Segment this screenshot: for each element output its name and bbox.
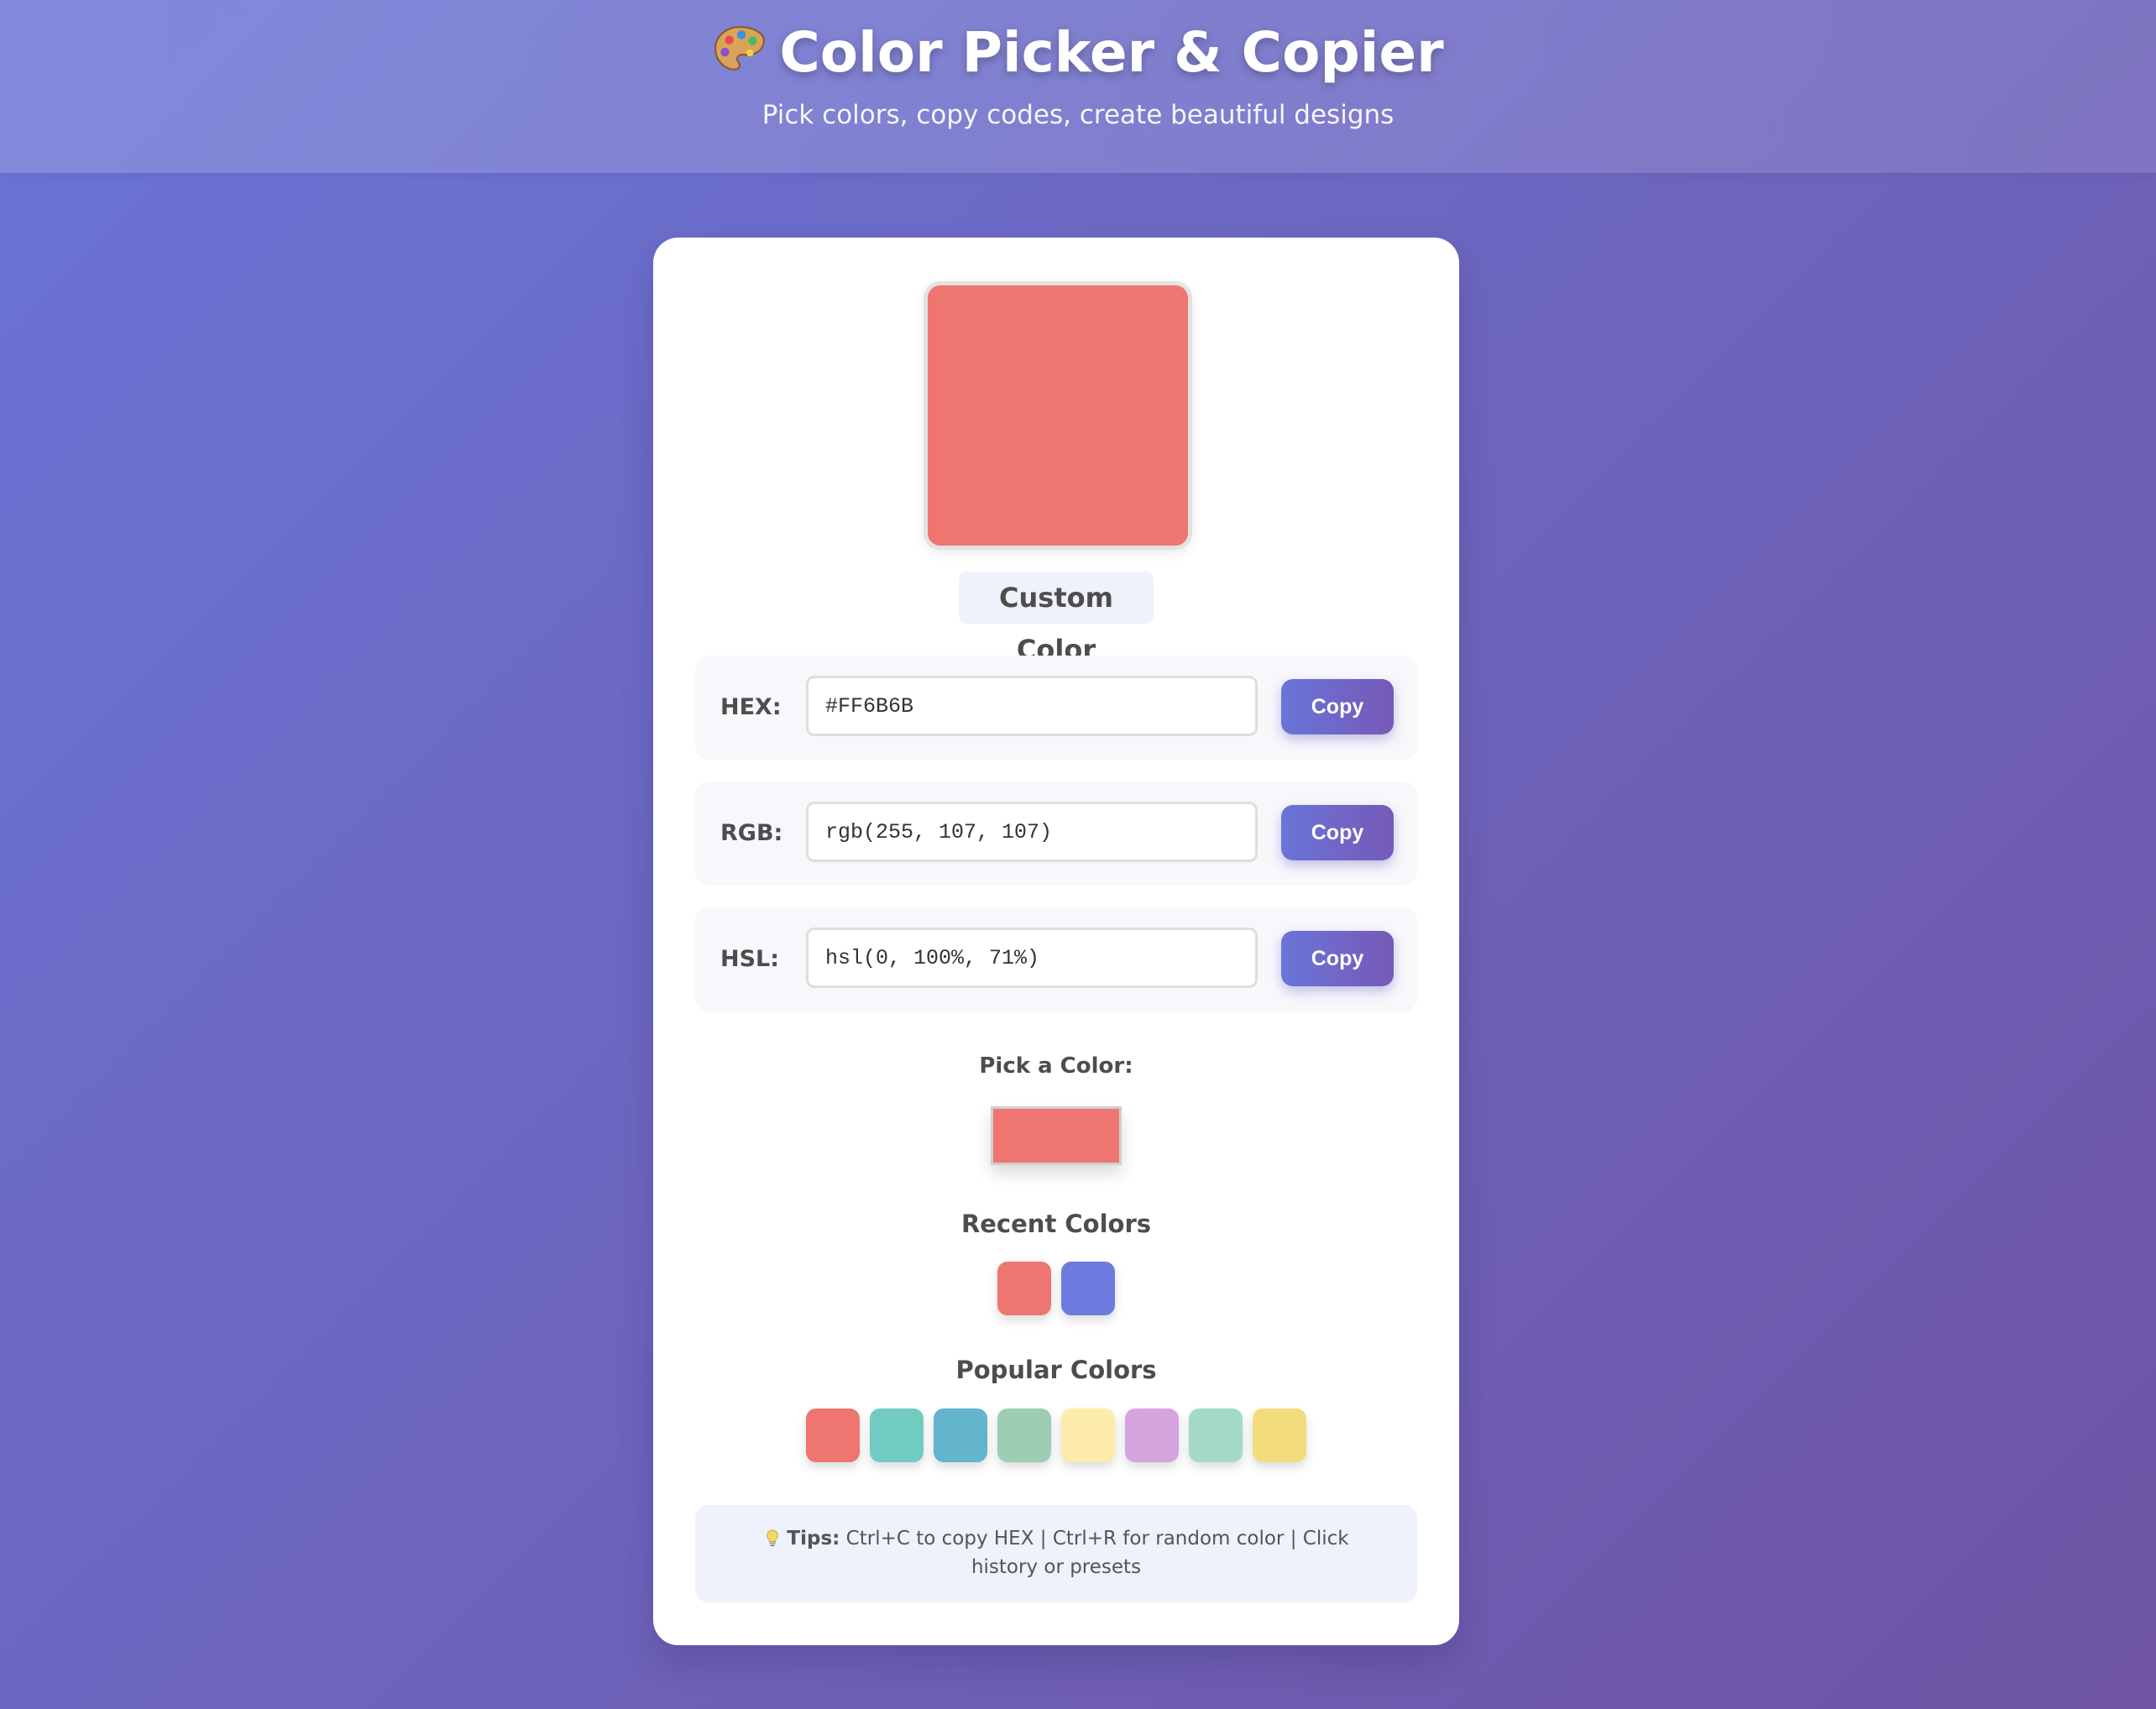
copy-rgb-button[interactable]: Copy <box>1281 805 1394 860</box>
popular-color-swatch[interactable] <box>1125 1408 1179 1462</box>
popular-color-swatch[interactable] <box>1189 1408 1243 1462</box>
title-text: Color Picker & Copier <box>779 20 1444 85</box>
color-preview <box>924 281 1192 550</box>
hsl-label: HSL: <box>720 946 780 972</box>
hsl-row: HSL: Copy <box>695 907 1417 1011</box>
popular-colors-title: Popular Colors <box>955 1356 1157 1384</box>
popular-color-swatch[interactable] <box>806 1408 860 1462</box>
copy-hsl-button[interactable]: Copy <box>1281 931 1394 986</box>
copy-hex-button[interactable]: Copy <box>1281 679 1394 734</box>
color-picker-input[interactable] <box>991 1106 1122 1165</box>
hsl-input[interactable] <box>806 928 1258 988</box>
picker-label: Pick a Color: <box>979 1053 1133 1079</box>
popular-colors-list <box>653 1408 1459 1462</box>
popular-color-swatch[interactable] <box>1253 1408 1306 1462</box>
tips-box: Tips: Ctrl+C to copy HEX | Ctrl+R for ra… <box>695 1505 1417 1602</box>
popular-color-swatch[interactable] <box>997 1408 1051 1462</box>
rgb-row: RGB: Copy <box>695 781 1417 886</box>
tips-text: Ctrl+C to copy HEX | Ctrl+R for random c… <box>845 1528 1349 1578</box>
hex-row: HEX: Copy <box>695 656 1417 760</box>
hex-input[interactable] <box>806 676 1258 736</box>
tips-content: Tips: Ctrl+C to copy HEX | Ctrl+R for ra… <box>729 1524 1384 1581</box>
popular-color-swatch[interactable] <box>934 1408 987 1462</box>
recent-color-swatch[interactable] <box>1061 1262 1115 1315</box>
page-title: Color Picker & Copier <box>0 18 2156 87</box>
rgb-input[interactable] <box>806 802 1258 862</box>
popular-color-swatch[interactable] <box>870 1408 924 1462</box>
popular-color-swatch[interactable] <box>1061 1408 1115 1462</box>
recent-colors-list <box>653 1262 1459 1315</box>
color-name: Custom Color <box>959 572 1154 666</box>
tips-label: Tips: <box>787 1528 840 1550</box>
recent-colors-title: Recent Colors <box>960 1210 1152 1238</box>
recent-color-swatch[interactable] <box>997 1262 1051 1315</box>
page-subtitle: Pick colors, copy codes, create beautifu… <box>761 100 1395 130</box>
app-header: Color Picker & Copier Pick colors, copy … <box>0 0 2156 173</box>
color-card: Custom Color HEX: Copy RGB: Copy HSL: Co… <box>653 238 1459 1645</box>
lightbulb-icon <box>767 1529 779 1547</box>
hex-label: HEX: <box>720 694 782 720</box>
rgb-label: RGB: <box>720 820 783 846</box>
palette-icon <box>714 26 766 71</box>
